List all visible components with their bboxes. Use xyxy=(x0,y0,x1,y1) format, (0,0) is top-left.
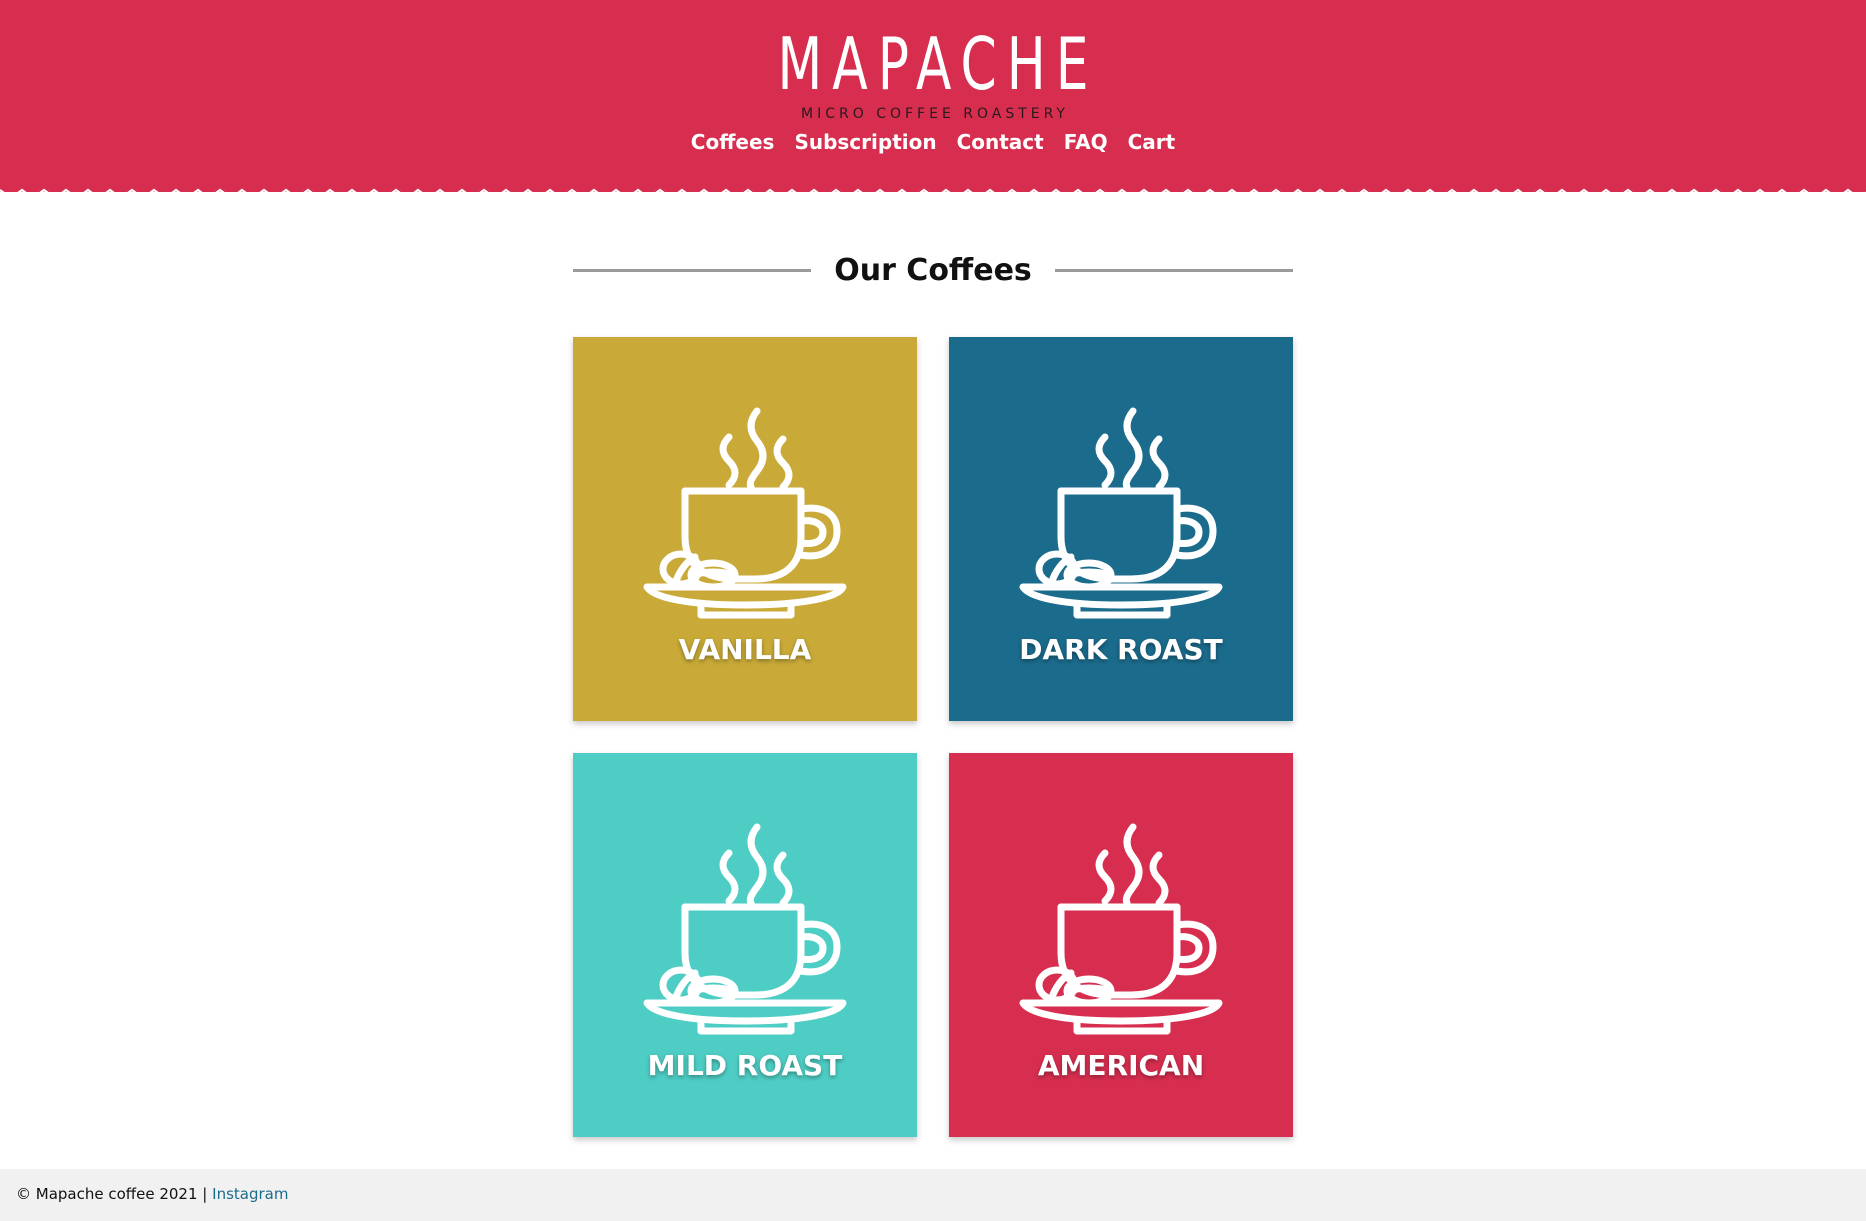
footer-instagram-link[interactable]: Instagram xyxy=(212,1185,288,1203)
nav-cart[interactable]: Cart xyxy=(1128,130,1176,154)
coffee-cup-icon xyxy=(1019,823,1223,1035)
coffee-card-american[interactable]: AMERICAN xyxy=(949,753,1293,1137)
logo-tagline: MICRO COFFEE ROASTERY xyxy=(801,106,1069,122)
coffee-card-dark-roast[interactable]: DARK ROAST xyxy=(949,337,1293,721)
nav-subscription[interactable]: Subscription xyxy=(794,130,936,154)
section-title: Our Coffees xyxy=(834,252,1032,288)
heading-rule-right xyxy=(1054,268,1293,272)
coffee-cup-icon xyxy=(643,407,847,619)
coffee-card-label: DARK ROAST xyxy=(1019,633,1223,666)
main-nav: Coffees Subscription Contact FAQ Cart xyxy=(0,130,1866,154)
page: MAPACHE MICRO COFFEE ROASTERY Coffees Su… xyxy=(0,0,1866,1221)
nav-faq[interactable]: FAQ xyxy=(1064,130,1108,154)
coffee-grid: VANILLA DARK ROAST MILD ROAST AMERICAN xyxy=(573,337,1293,1137)
coffee-card-vanilla[interactable]: VANILLA xyxy=(573,337,917,721)
coffee-card-label: MILD ROAST xyxy=(647,1049,843,1082)
coffee-card-mild-roast[interactable]: MILD ROAST xyxy=(573,753,917,1137)
coffee-card-label: AMERICAN xyxy=(1037,1049,1205,1082)
coffee-card-label: VANILLA xyxy=(678,633,812,666)
nav-contact[interactable]: Contact xyxy=(957,130,1044,154)
site-header: MAPACHE MICRO COFFEE ROASTERY Coffees Su… xyxy=(0,0,1866,192)
coffee-cup-icon xyxy=(643,823,847,1035)
logo-title: MAPACHE xyxy=(777,22,1099,106)
header-zigzag-border xyxy=(0,188,1866,200)
coffee-cup-icon xyxy=(1019,407,1223,619)
section-heading: Our Coffees xyxy=(573,250,1293,290)
logo[interactable]: MAPACHE MICRO COFFEE ROASTERY xyxy=(0,28,1866,122)
site-footer: © Mapache coffee 2021 | Instagram xyxy=(0,1169,1866,1221)
nav-coffees[interactable]: Coffees xyxy=(691,130,775,154)
footer-copyright: © Mapache coffee 2021 | xyxy=(16,1185,208,1203)
heading-rule-left xyxy=(573,268,811,272)
